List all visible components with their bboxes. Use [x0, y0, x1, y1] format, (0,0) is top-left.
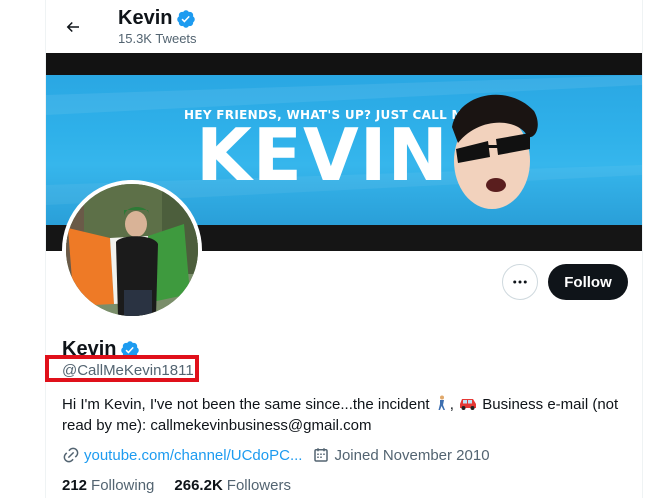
- follow-button[interactable]: Follow: [548, 264, 628, 300]
- link-icon: [63, 447, 79, 463]
- header-title: Kevin: [118, 7, 196, 30]
- banner-face-image: [452, 94, 538, 209]
- profile-website-link[interactable]: youtube.com/channel/UCdoPC...: [84, 447, 302, 464]
- avatar-photo: [66, 184, 198, 316]
- bio-emojis: ,: [434, 394, 478, 415]
- followers-label: Followers: [226, 477, 291, 494]
- followers-link[interactable]: 266.2K Followers: [174, 477, 291, 494]
- calendar-icon: [314, 448, 329, 462]
- followers-count: 266.2K: [174, 477, 223, 494]
- person-walking-emoji: [438, 395, 445, 410]
- column-border-right: [642, 0, 643, 498]
- more-options-button[interactable]: [502, 264, 538, 300]
- following-label: Following: [91, 477, 155, 494]
- car-emoji: [460, 399, 477, 410]
- profile-bio: Hi I'm Kevin, I've not been the same sin…: [62, 394, 632, 436]
- profile-meta: youtube.com/channel/UCdoPC... Joined Nov…: [62, 446, 490, 464]
- profile-stats: 212 Following 266.2K Followers: [62, 477, 291, 494]
- header-name: Kevin: [118, 7, 173, 29]
- joined-date: Joined November 2010: [334, 446, 490, 464]
- back-arrow-icon: [66, 21, 79, 33]
- verified-badge-icon: [177, 9, 196, 28]
- more-icon: [513, 280, 527, 284]
- banner-title: KEVIN: [196, 113, 449, 197]
- banner-top-strip: [46, 53, 642, 75]
- back-button[interactable]: [58, 12, 88, 42]
- bio-text: Hi I'm Kevin, I've not been the same sin…: [62, 396, 430, 413]
- profile-header: Kevin 15.3K Tweets: [46, 0, 642, 53]
- profile-avatar[interactable]: [62, 180, 202, 320]
- profile-handle: @CallMeKevin1811: [62, 362, 194, 379]
- following-count: 212: [62, 477, 88, 494]
- following-link[interactable]: 212 Following: [62, 477, 154, 494]
- tweets-count: 15.3K Tweets: [118, 31, 197, 46]
